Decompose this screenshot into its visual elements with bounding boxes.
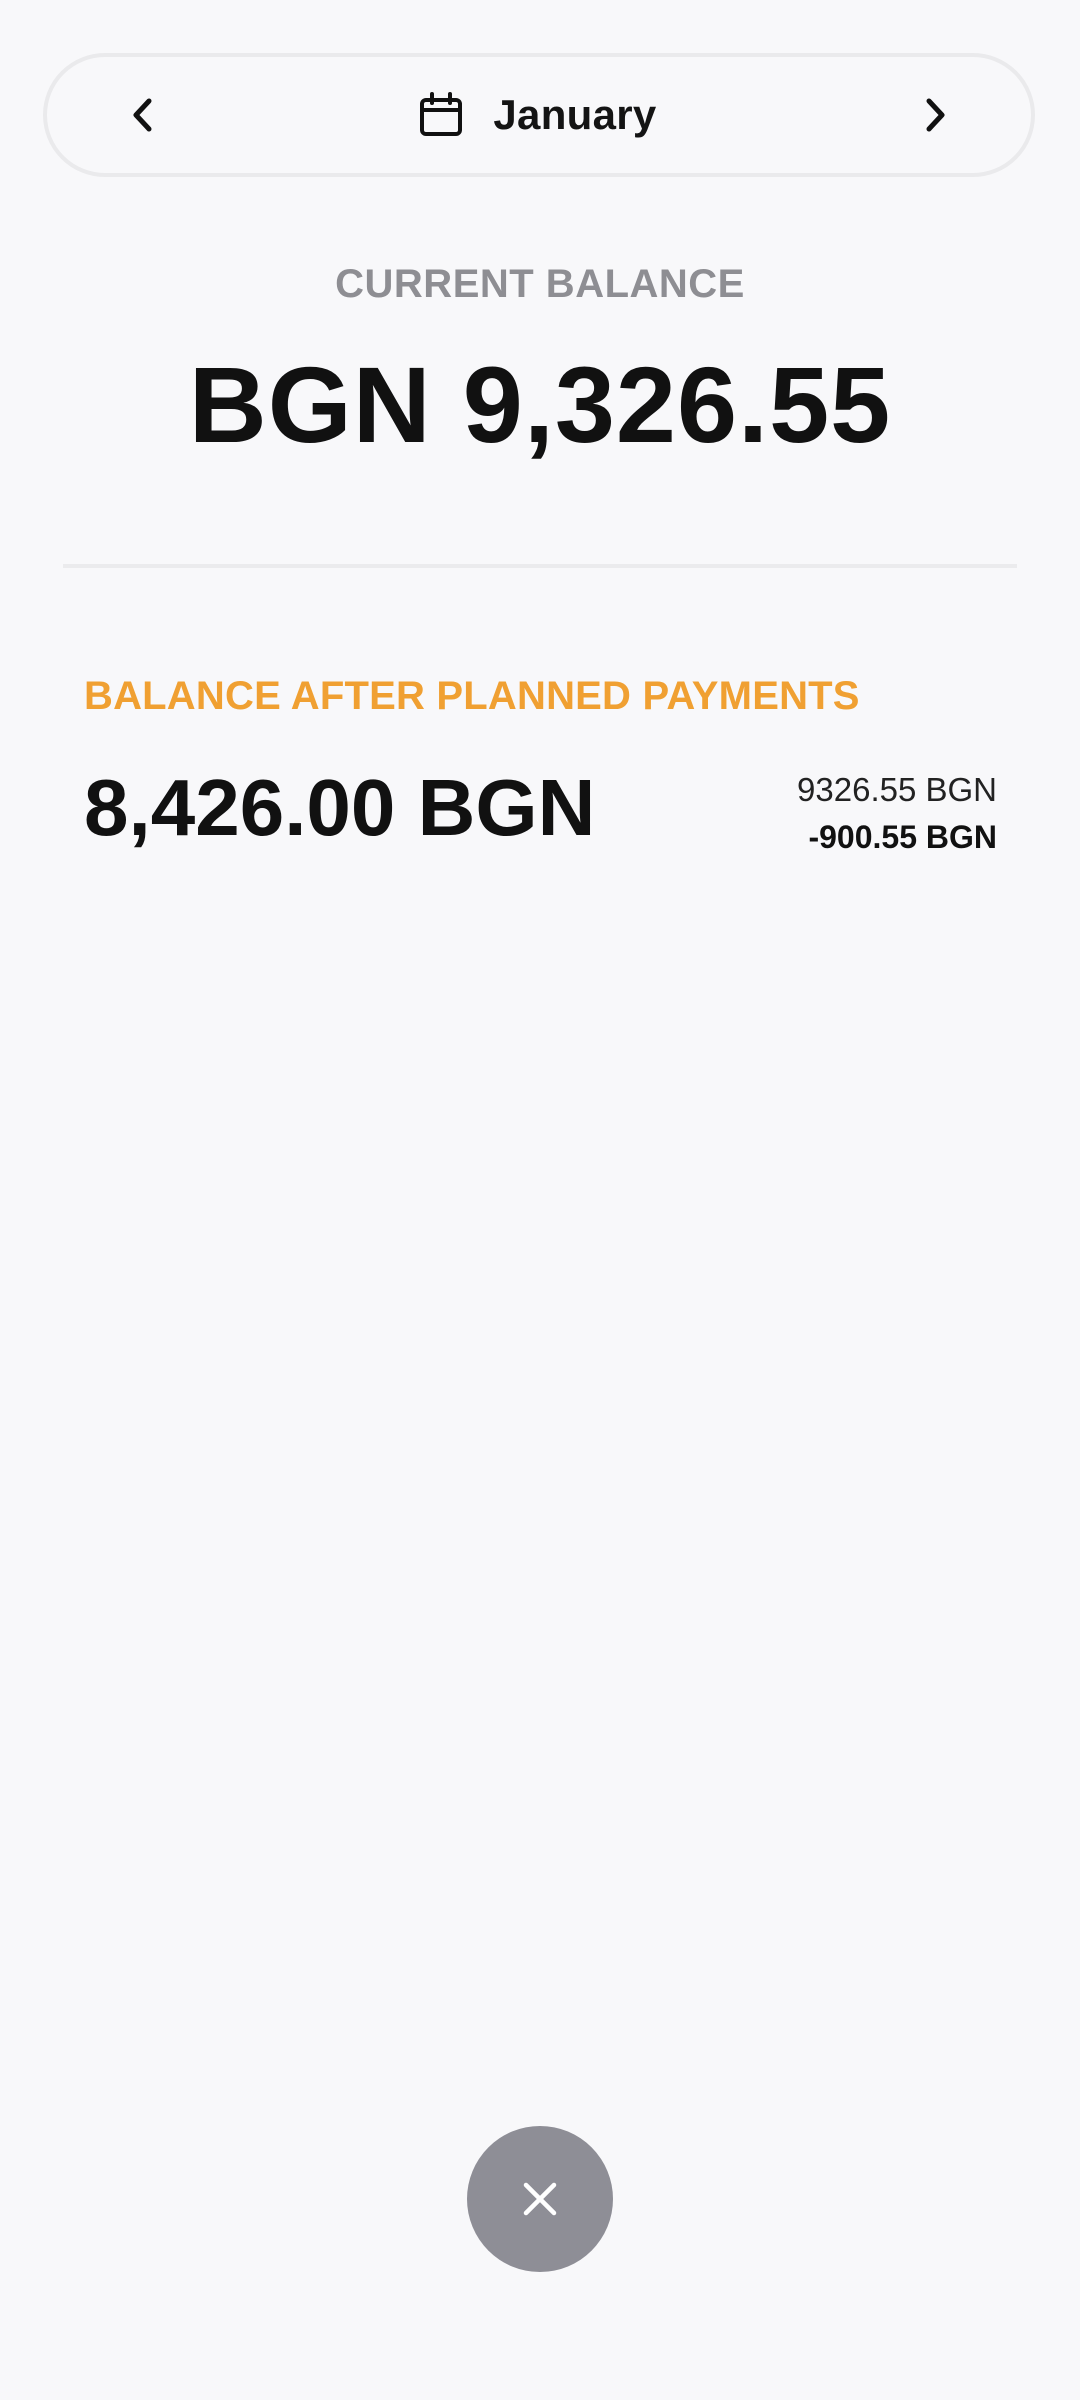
- current-balance-title: CURRENT BALANCE: [335, 262, 745, 306]
- breakdown-current-balance: 9326.55 BGN: [797, 771, 997, 808]
- month-label: January: [493, 91, 657, 138]
- planned-balance-amount: 8,426.00 BGN: [84, 763, 596, 852]
- breakdown-planned-payments: -900.55 BGN: [808, 819, 997, 855]
- close-icon: [523, 2182, 557, 2216]
- month-picker: January: [43, 53, 1035, 177]
- close-button[interactable]: [467, 2126, 613, 2272]
- next-month-button[interactable]: [875, 57, 995, 173]
- chevron-left-icon: [133, 98, 152, 132]
- planned-balance-title: BALANCE AFTER PLANNED PAYMENTS: [84, 674, 860, 718]
- section-divider: [63, 564, 1017, 568]
- calendar-icon: [417, 91, 465, 139]
- balance-breakdown: 9326.55 BGN -900.55 BGN: [797, 768, 997, 862]
- current-balance-amount: BGN 9,326.55: [188, 344, 892, 465]
- previous-month-button[interactable]: [83, 57, 203, 173]
- chevron-right-icon: [926, 98, 945, 132]
